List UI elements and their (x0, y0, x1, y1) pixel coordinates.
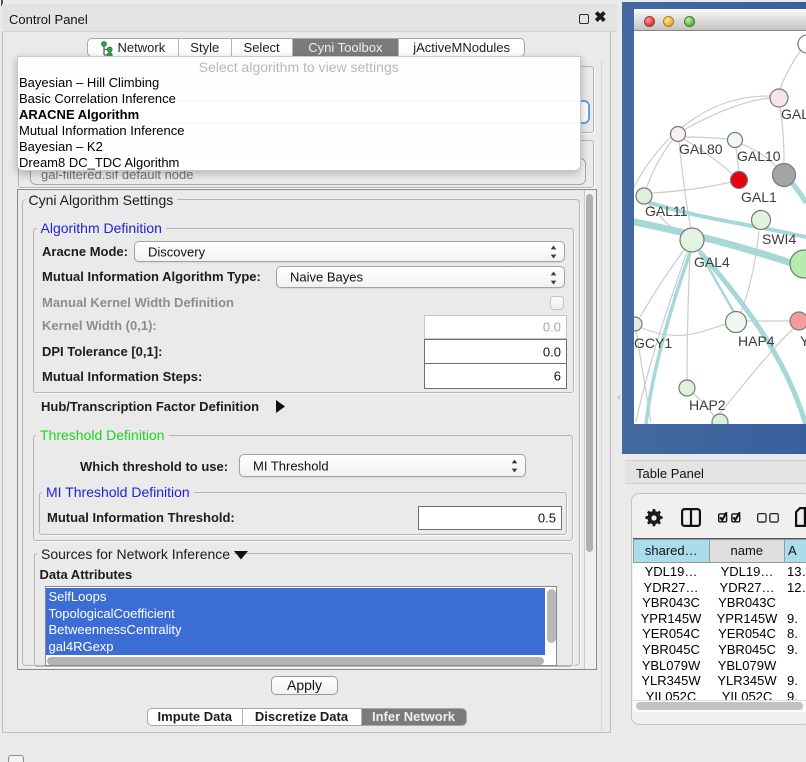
svg-text:GAL4: GAL4 (694, 254, 730, 270)
svg-text:GCY1: GCY1 (634, 335, 672, 351)
svg-text:GAL1: GAL1 (741, 189, 777, 205)
svg-text:SWI4: SWI4 (762, 231, 796, 247)
svg-text:GAL80: GAL80 (679, 141, 723, 157)
svg-text:GAL11: GAL11 (645, 203, 688, 219)
svg-text:HAP2: HAP2 (689, 397, 726, 413)
svg-text:GAL7: GAL7 (781, 106, 806, 122)
svg-text:YM: YM (800, 333, 806, 349)
svg-text:HAP4: HAP4 (738, 333, 775, 349)
svg-text:GAL10: GAL10 (737, 148, 781, 164)
